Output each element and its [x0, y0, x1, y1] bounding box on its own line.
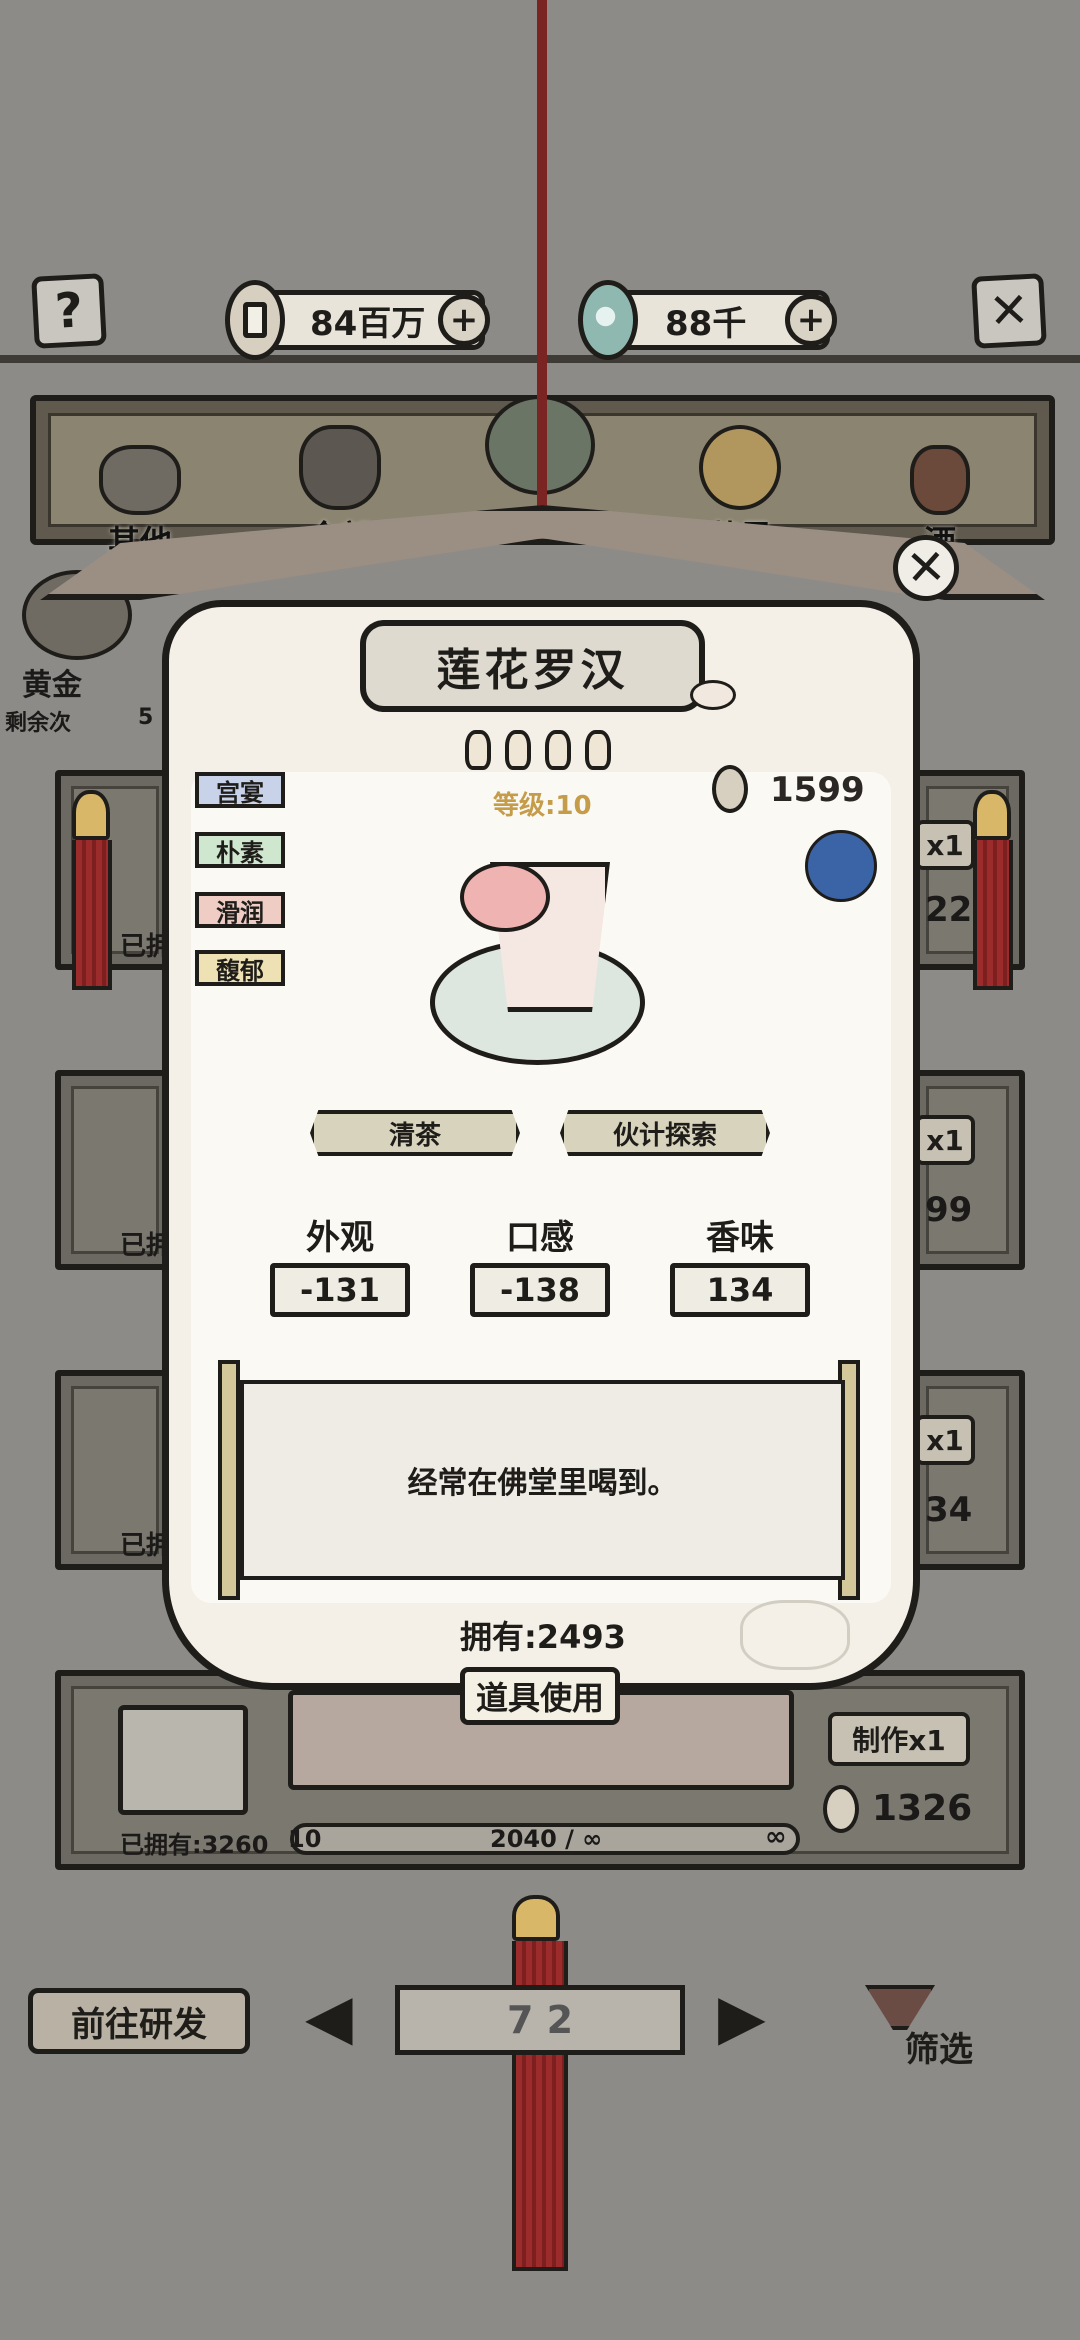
use-item-button[interactable]: 道具使用 [460, 1667, 620, 1725]
star-lantern-icon [545, 730, 571, 770]
category-banner-tea: 清茶 [310, 1110, 520, 1156]
remaining-count: 5 [138, 705, 154, 730]
list-item[interactable] [910, 1070, 1025, 1270]
filter-label[interactable]: 筛选 [905, 2022, 973, 2071]
gem-icon [578, 280, 638, 360]
owned-count: 已拥有:3260 [120, 1831, 269, 1859]
right-tassel [973, 790, 1013, 990]
progress-left-value: 10 [288, 1825, 322, 1853]
next-page-button[interactable]: ▶ [718, 1980, 766, 2053]
item-description: 经常在佛堂里喝到。 [407, 1466, 678, 1501]
golden-label: 黄金 [22, 668, 82, 703]
tag-banquet: 宫宴 [195, 772, 285, 808]
gem-amount: 88千 [665, 303, 747, 344]
close-screen-button[interactable]: ✕ [971, 273, 1047, 349]
price-value: 99 [925, 1190, 973, 1230]
stat-value: 134 [670, 1263, 810, 1317]
stat-label: 外观 [306, 1218, 374, 1258]
star-lantern-icon [505, 730, 531, 770]
arrow-left-icon: ◀ [305, 1980, 353, 2053]
coin-icon [823, 1785, 859, 1833]
progress-right-value: ∞ [765, 1822, 787, 1852]
item-name: 莲花罗汉 [436, 645, 629, 696]
star-lantern-icon [585, 730, 611, 770]
item-price: 1599 [770, 770, 865, 810]
arrow-right-icon: ▶ [718, 1980, 766, 2053]
wine-icon [910, 445, 970, 515]
left-tassel [72, 790, 112, 990]
close-icon: ✕ [987, 281, 1031, 341]
bowl-icon [99, 445, 181, 515]
teapot-watermark-icon [740, 1600, 850, 1670]
tag-simple: 朴素 [195, 832, 285, 868]
page-indicator: 7 2 [395, 1985, 685, 2055]
make-button[interactable]: x1 [915, 820, 975, 870]
list-item[interactable] [910, 1370, 1025, 1570]
tag-smooth: 滑润 [195, 892, 285, 928]
make-button[interactable]: x1 [915, 1415, 975, 1465]
item-level: 等级:10 [493, 791, 592, 821]
stat-label: 口感 [506, 1218, 574, 1258]
cloud-icon [690, 680, 736, 710]
category-banner-explore: 伙计探索 [560, 1110, 770, 1156]
price-value: 34 [925, 1490, 973, 1530]
owned-count: 拥有:2493 [460, 1618, 626, 1656]
description-scroll: 经常在佛堂里喝到。 [240, 1380, 845, 1580]
stat-label: 香味 [706, 1218, 774, 1258]
coin-amount: 84百万 [310, 303, 426, 344]
bottom-tassel [512, 1895, 568, 2271]
star-lantern-icon [465, 730, 491, 770]
coin-icon [712, 765, 748, 813]
tea-cup-icon [118, 1705, 248, 1815]
add-gems-button[interactable]: + [785, 294, 837, 346]
scroll-rod-left [218, 1360, 240, 1600]
recipe-price: 1326 [872, 1788, 973, 1829]
lotus-icon [460, 862, 550, 932]
guest-badge-icon[interactable] [805, 830, 877, 902]
coin-icon [225, 280, 285, 360]
price-value: 22 [925, 890, 973, 930]
make-button[interactable]: x1 [915, 1115, 975, 1165]
add-coins-button[interactable]: + [438, 294, 490, 346]
close-icon: ✕ [904, 538, 948, 598]
item-name-plaque: 莲花罗汉 [360, 620, 705, 712]
stat-value: -138 [470, 1263, 610, 1317]
stat-value: -131 [270, 1263, 410, 1317]
snack-icon [699, 425, 781, 510]
progress-text: 2040 / ∞ [490, 1825, 603, 1853]
question-icon: ? [53, 282, 85, 340]
plus-icon: + [449, 300, 479, 340]
help-button[interactable]: ? [31, 273, 107, 349]
hanging-rope [537, 0, 547, 520]
pig-icon [299, 425, 381, 510]
remaining-label: 剩余次 [5, 711, 72, 736]
tag-fragrant: 馥郁 [195, 950, 285, 986]
plus-icon: + [796, 300, 826, 340]
make-button[interactable]: 制作x1 [828, 1712, 970, 1766]
go-research-button[interactable]: 前往研发 [28, 1988, 250, 2054]
prev-page-button[interactable]: ◀ [305, 1980, 353, 2053]
